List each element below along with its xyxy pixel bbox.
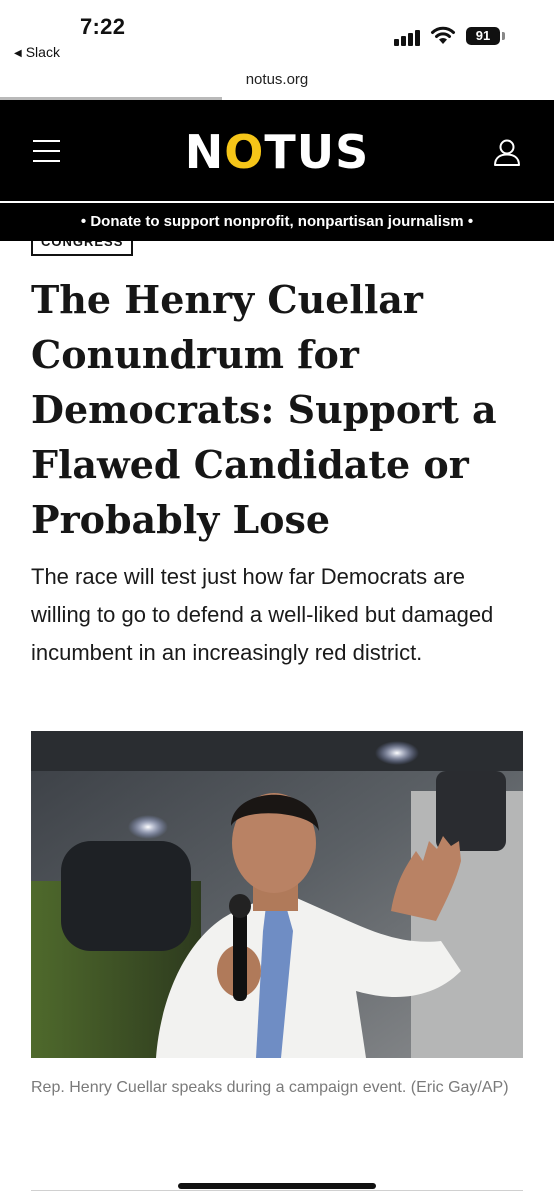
battery-icon: 91 (466, 27, 500, 45)
back-triangle-icon: ◀ (14, 48, 22, 59)
ios-status-bar: 7:22 ◀ Slack 91 (0, 0, 554, 70)
battery-tip (502, 32, 505, 40)
notus-logo[interactable]: NOTUS (0, 124, 554, 180)
status-time: 7:22 (80, 14, 126, 39)
article-dek: The race will test just how far Democrat… (31, 564, 494, 665)
user-account-icon[interactable] (492, 138, 522, 166)
content-divider (31, 1190, 523, 1191)
wifi-icon (431, 26, 455, 44)
battery-level: 91 (475, 28, 491, 43)
donate-banner[interactable]: • Donate to support nonprofit, nonpartis… (0, 203, 554, 241)
page: 7:22 ◀ Slack 91 notus.org NOTUS CONGRESS… (0, 0, 554, 1200)
home-indicator[interactable] (178, 1183, 376, 1189)
back-app-label: Slack (25, 44, 60, 60)
browser-url-bar[interactable]: notus.org (0, 66, 554, 96)
article-photo-image (31, 731, 523, 1058)
back-to-app-link[interactable]: ◀ Slack (14, 44, 60, 60)
logo-letter-n: N (184, 125, 225, 179)
site-header: NOTUS (0, 100, 554, 201)
url-text: notus.org (245, 71, 309, 88)
cellular-signal-icon (394, 28, 424, 46)
photo-caption: Rep. Henry Cuellar speaks during a campa… (31, 1079, 509, 1096)
article-headline: The Henry Cuellar Conundrum for Democrat… (31, 277, 497, 542)
logo-letters-tus: TUS (264, 125, 370, 179)
logo-letter-o: O (224, 125, 265, 179)
article-photo (31, 731, 523, 1058)
